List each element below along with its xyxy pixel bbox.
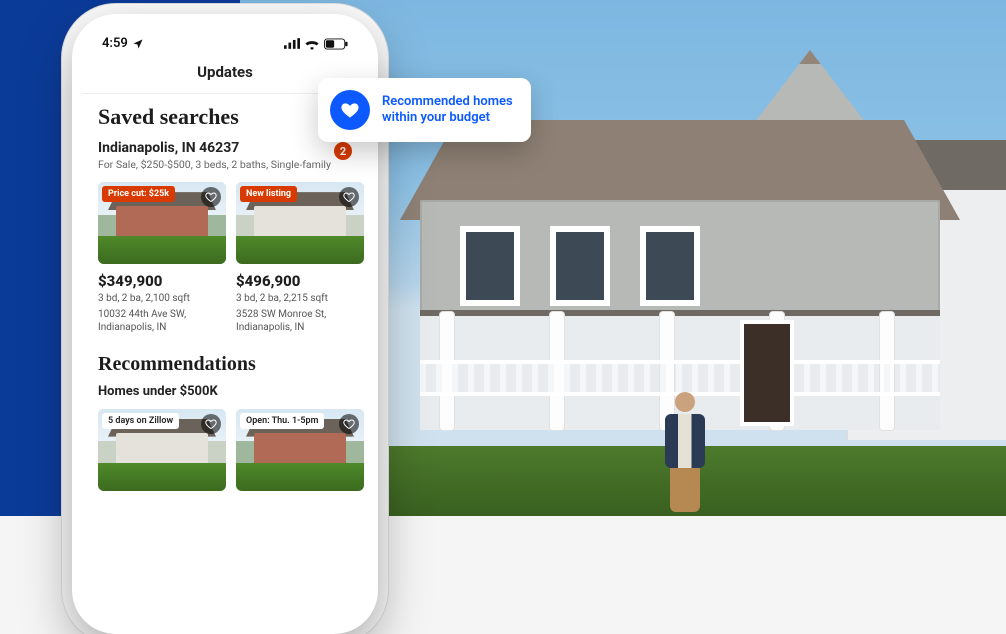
listing-card[interactable]: 5 days on Zillow xyxy=(98,409,226,491)
recommendation-callout[interactable]: Recommended homes within your budget xyxy=(318,78,531,142)
battery-icon xyxy=(324,38,348,50)
listing-address: 10032 44th Ave SW, Indianapolis, IN xyxy=(98,308,226,335)
person xyxy=(660,392,710,512)
saved-search-subtitle: For Sale, $250-$500, 3 beds, 2 baths, Si… xyxy=(98,158,331,172)
status-time: 4:59 xyxy=(102,36,128,51)
callout-badge xyxy=(330,90,370,130)
heart-icon xyxy=(343,191,355,203)
signal-icon xyxy=(284,38,300,49)
days-on-market-tag: 5 days on Zillow xyxy=(102,413,179,429)
saved-search-item[interactable]: Indianapolis, IN 46237 For Sale, $250-$5… xyxy=(98,140,352,172)
heart-icon xyxy=(205,418,217,430)
status-bar: 4:59 xyxy=(82,24,368,55)
open-house-tag: Open: Thu. 1-5pm xyxy=(240,413,324,429)
favorite-button[interactable] xyxy=(201,414,221,434)
heart-icon xyxy=(343,418,355,430)
saved-search-title: Indianapolis, IN 46237 xyxy=(98,140,331,156)
listing-meta: 3 bd, 2 ba, 2,215 sqft xyxy=(236,292,364,306)
listing-thumb: 5 days on Zillow xyxy=(98,409,226,491)
saved-searches-heading: Saved searches xyxy=(98,104,352,130)
saved-search-count-badge: 2 xyxy=(334,142,352,160)
listing-thumb: New listing xyxy=(236,182,364,264)
listing-thumb: Open: Thu. 1-5pm xyxy=(236,409,364,491)
listing-thumb: Price cut: $25k xyxy=(98,182,226,264)
heart-icon xyxy=(340,100,360,120)
recommendations-heading: Recommendations xyxy=(98,353,352,376)
price-cut-tag: Price cut: $25k xyxy=(102,186,175,202)
heart-icon xyxy=(205,191,217,203)
callout-text: Recommended homes within your budget xyxy=(382,94,513,127)
listing-price: $496,900 xyxy=(236,272,364,290)
favorite-button[interactable] xyxy=(339,414,359,434)
listing-meta: 3 bd, 2 ba, 2,100 sqft xyxy=(98,292,226,306)
wifi-icon xyxy=(304,38,320,50)
listing-card[interactable]: Open: Thu. 1-5pm xyxy=(236,409,364,491)
recommendations-subtitle: Homes under $500K xyxy=(98,384,352,399)
listing-card[interactable]: New listing $496,900 3 bd, 2 ba, 2,215 s… xyxy=(236,182,364,335)
new-listing-tag: New listing xyxy=(240,186,297,202)
listing-price: $349,900 xyxy=(98,272,226,290)
listing-address: 3528 SW Monroe St, Indianapolis, IN xyxy=(236,308,364,335)
listing-card[interactable]: Price cut: $25k $349,900 3 bd, 2 ba, 2,1… xyxy=(98,182,226,335)
location-arrow-icon xyxy=(132,38,144,50)
